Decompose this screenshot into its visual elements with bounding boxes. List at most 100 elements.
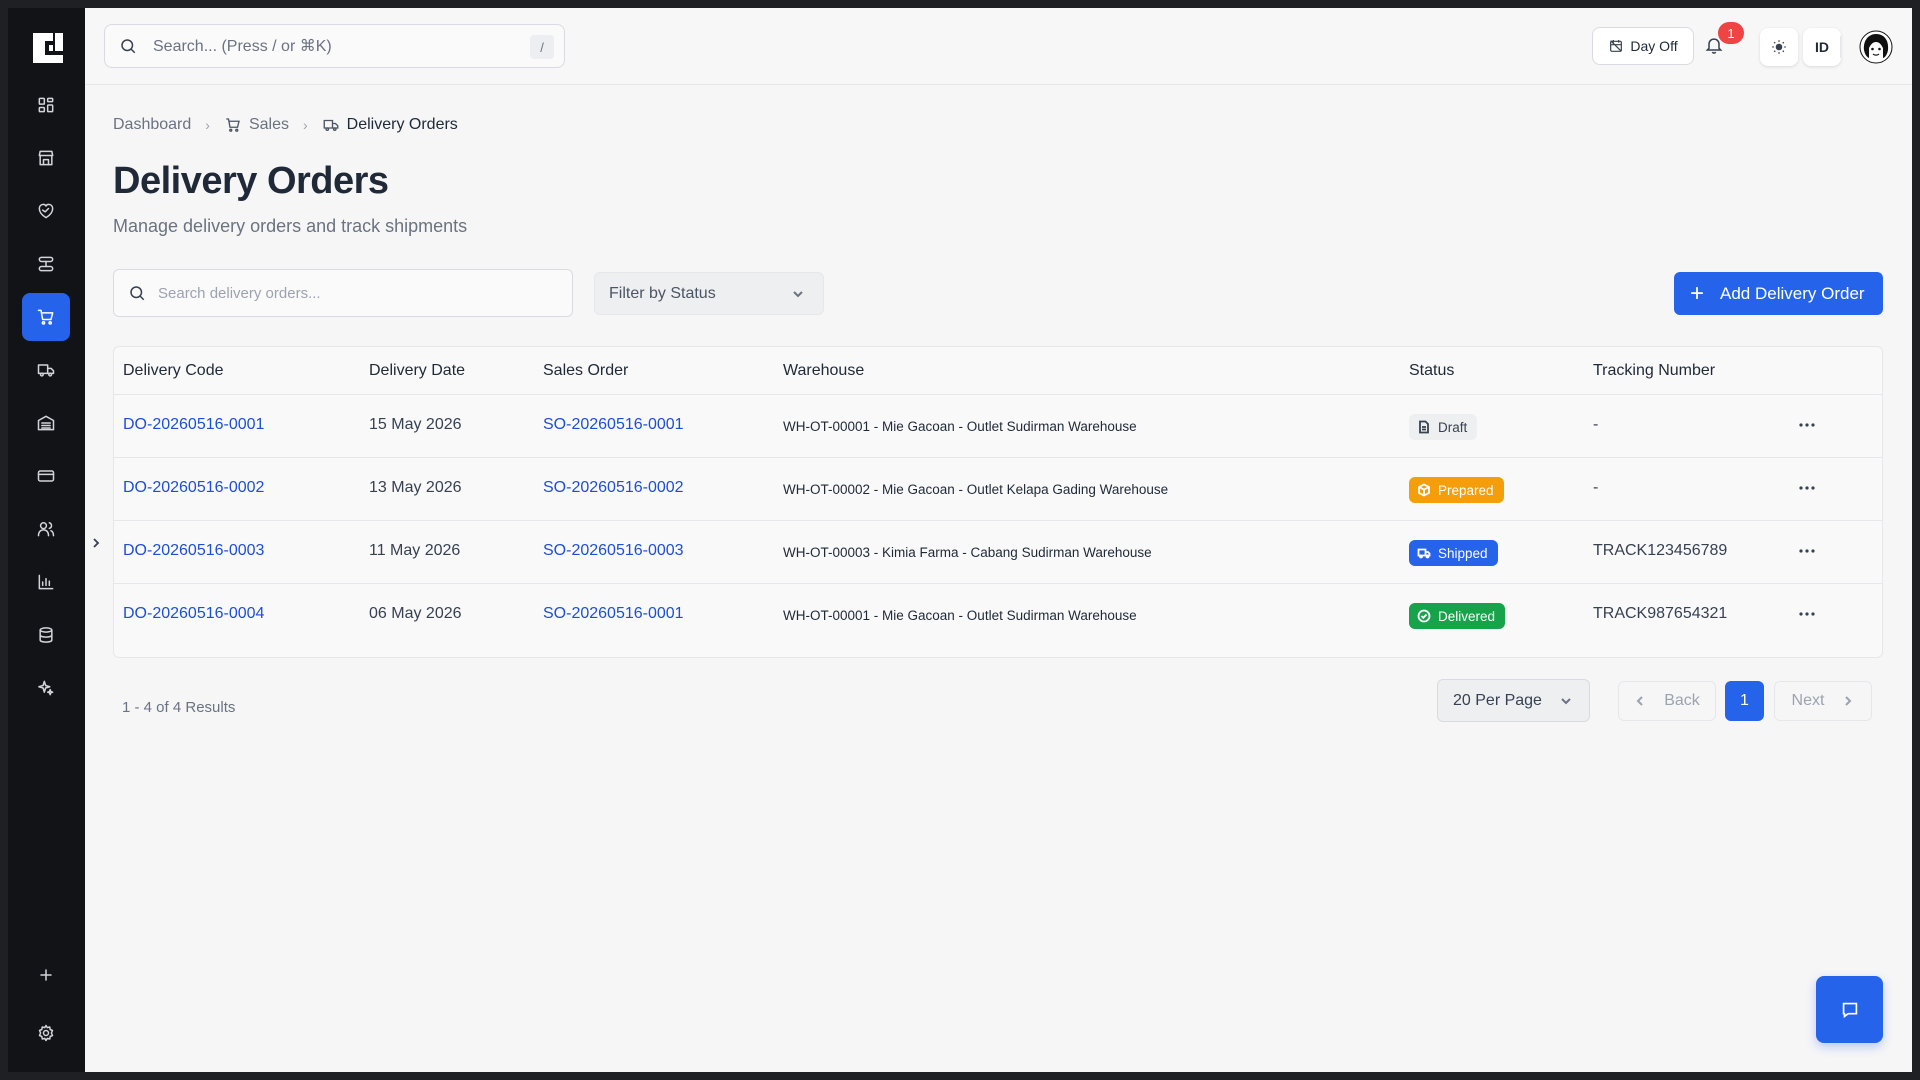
- truck-icon: [37, 364, 55, 377]
- delivery-date: 11 May 2026: [369, 542, 461, 559]
- breadcrumb: Dashboard › Sales › Delivery Orders: [113, 116, 458, 134]
- chevron-down-icon: [1561, 698, 1571, 705]
- global-search-input[interactable]: Search... (Press / or ⌘K) /: [104, 24, 565, 68]
- sidebar: [8, 8, 85, 1072]
- sidebar-item-finance[interactable]: [22, 452, 70, 500]
- status-badge: Prepared: [1409, 477, 1504, 503]
- pagination-back-button[interactable]: Back: [1618, 681, 1716, 721]
- package-icon: [1418, 483, 1430, 497]
- delivery-code-link[interactable]: DO-20260516-0002: [123, 479, 264, 497]
- day-off-button[interactable]: Day Off: [1592, 27, 1694, 65]
- sidebar-item-reports[interactable]: [22, 558, 70, 606]
- plus-icon: [40, 969, 52, 981]
- sales-order-link[interactable]: SO-20260516-0001: [543, 416, 684, 434]
- row-actions-button[interactable]: [1794, 478, 1820, 498]
- theme-toggle-button[interactable]: [1760, 28, 1798, 66]
- delivery-code-link[interactable]: DO-20260516-0001: [123, 416, 264, 434]
- status-text: Delivered: [1438, 608, 1496, 624]
- delivery-code-link[interactable]: DO-20260516-0004: [123, 605, 264, 623]
- notification-count-badge: 1: [1718, 22, 1744, 44]
- calendar-off-icon: [1610, 40, 1623, 52]
- status-badge: Draft: [1409, 414, 1478, 440]
- delivery-search-placeholder: Search delivery orders...: [158, 284, 321, 302]
- global-search-placeholder: Search... (Press / or ⌘K): [153, 38, 332, 55]
- row-actions-button[interactable]: [1794, 604, 1820, 624]
- status-badge: Shipped: [1409, 540, 1498, 566]
- topbar-divider: [1840, 36, 1841, 58]
- sidebar-item-database[interactable]: [22, 611, 70, 659]
- sidebar-settings-button[interactable]: [22, 1009, 70, 1057]
- sidebar-item-workflow[interactable]: [22, 240, 70, 288]
- column-tracking-number[interactable]: Tracking Number: [1593, 362, 1715, 380]
- more-horizontal-icon: [1799, 423, 1815, 427]
- warehouse-name: WH-OT-00002 - Mie Gacoan - Outlet Kelapa…: [783, 482, 1169, 497]
- row-actions-button[interactable]: [1794, 541, 1820, 561]
- sidebar-item-users[interactable]: [22, 505, 70, 553]
- day-off-label: Day Off: [1630, 38, 1678, 54]
- table-row[interactable]: DO-20260516-0003 11 May 2026 SO-20260516…: [114, 521, 1882, 584]
- check-circle-icon: [1417, 609, 1431, 623]
- delivery-orders-table: Delivery Code Delivery Date Sales Order …: [113, 346, 1883, 658]
- tracking-number: TRACK123456789: [1593, 542, 1728, 559]
- column-warehouse[interactable]: Warehouse: [783, 362, 864, 380]
- delivery-search-input[interactable]: Search delivery orders...: [113, 269, 573, 317]
- sidebar-item-partners[interactable]: [22, 187, 70, 235]
- handshake-icon: [38, 203, 54, 219]
- sales-order-link[interactable]: SO-20260516-0002: [543, 479, 684, 497]
- status-text: Prepared: [1438, 482, 1494, 498]
- delivery-date: 06 May 2026: [369, 605, 462, 622]
- plus-icon: +: [1690, 279, 1705, 307]
- table-row[interactable]: DO-20260516-0001 15 May 2026 SO-20260516…: [114, 395, 1882, 458]
- sidebar-item-store[interactable]: [22, 134, 70, 182]
- delivery-date: 13 May 2026: [369, 479, 462, 496]
- search-icon: [121, 39, 136, 54]
- pagination-next-button[interactable]: Next: [1774, 681, 1872, 721]
- sidebar-item-warehouse[interactable]: [22, 399, 70, 447]
- sales-order-link[interactable]: SO-20260516-0003: [543, 542, 684, 560]
- gear-icon: [38, 1024, 54, 1042]
- column-delivery-date[interactable]: Delivery Date: [369, 362, 465, 380]
- sun-icon: [1772, 40, 1786, 54]
- sidebar-item-sales[interactable]: [22, 293, 70, 341]
- row-actions-button[interactable]: [1794, 415, 1820, 435]
- sales-order-link[interactable]: SO-20260516-0001: [543, 605, 684, 623]
- avatar-image: [1859, 30, 1893, 64]
- breadcrumb-sales[interactable]: Sales: [224, 116, 289, 134]
- chevron-left-icon: [1636, 696, 1643, 706]
- more-horizontal-icon: [1799, 549, 1815, 553]
- per-page-select[interactable]: 20 Per Page: [1437, 679, 1590, 722]
- delivery-code-link[interactable]: DO-20260516-0003: [123, 542, 264, 560]
- sidebar-item-delivery[interactable]: [22, 346, 70, 394]
- sidebar-item-dashboard[interactable]: [22, 81, 70, 129]
- warehouse-icon: [37, 415, 55, 431]
- more-horizontal-icon: [1799, 612, 1815, 616]
- app-logo[interactable]: [30, 30, 66, 66]
- breadcrumb-dashboard[interactable]: Dashboard: [113, 116, 191, 134]
- pagination-next-label: Next: [1791, 692, 1825, 709]
- status-filter-label: Filter by Status: [609, 284, 716, 302]
- user-avatar[interactable]: [1857, 28, 1895, 66]
- status-text: Shipped: [1438, 545, 1488, 561]
- table-row[interactable]: DO-20260516-0002 13 May 2026 SO-20260516…: [114, 458, 1882, 521]
- warehouse-name: WH-OT-00001 - Mie Gacoan - Outlet Sudirm…: [783, 419, 1137, 434]
- delivery-date: 15 May 2026: [369, 416, 462, 433]
- pagination-page-1[interactable]: 1: [1725, 681, 1764, 721]
- column-delivery-code[interactable]: Delivery Code: [123, 362, 223, 380]
- table-header: Delivery Code Delivery Date Sales Order …: [114, 347, 1882, 395]
- chat-button[interactable]: [1816, 976, 1883, 1043]
- add-delivery-order-button[interactable]: + Add Delivery Order: [1674, 272, 1883, 315]
- chevron-down-icon: [793, 291, 803, 298]
- per-page-label: 20 Per Page: [1453, 691, 1542, 709]
- language-button[interactable]: ID: [1803, 28, 1841, 66]
- cart-icon: [226, 118, 240, 132]
- sidebar-item-ai[interactable]: [22, 664, 70, 712]
- truck-icon: [1417, 548, 1431, 559]
- sparkle-icon: [38, 680, 54, 696]
- table-row[interactable]: DO-20260516-0004 06 May 2026 SO-20260516…: [114, 584, 1882, 647]
- sidebar-add-button[interactable]: [22, 951, 70, 999]
- status-filter-select[interactable]: Filter by Status: [594, 272, 824, 315]
- column-status[interactable]: Status: [1409, 362, 1454, 380]
- column-sales-order[interactable]: Sales Order: [543, 362, 628, 380]
- sidebar-collapse-toggle[interactable]: [90, 536, 102, 550]
- add-delivery-order-label: Add Delivery Order: [1720, 283, 1865, 303]
